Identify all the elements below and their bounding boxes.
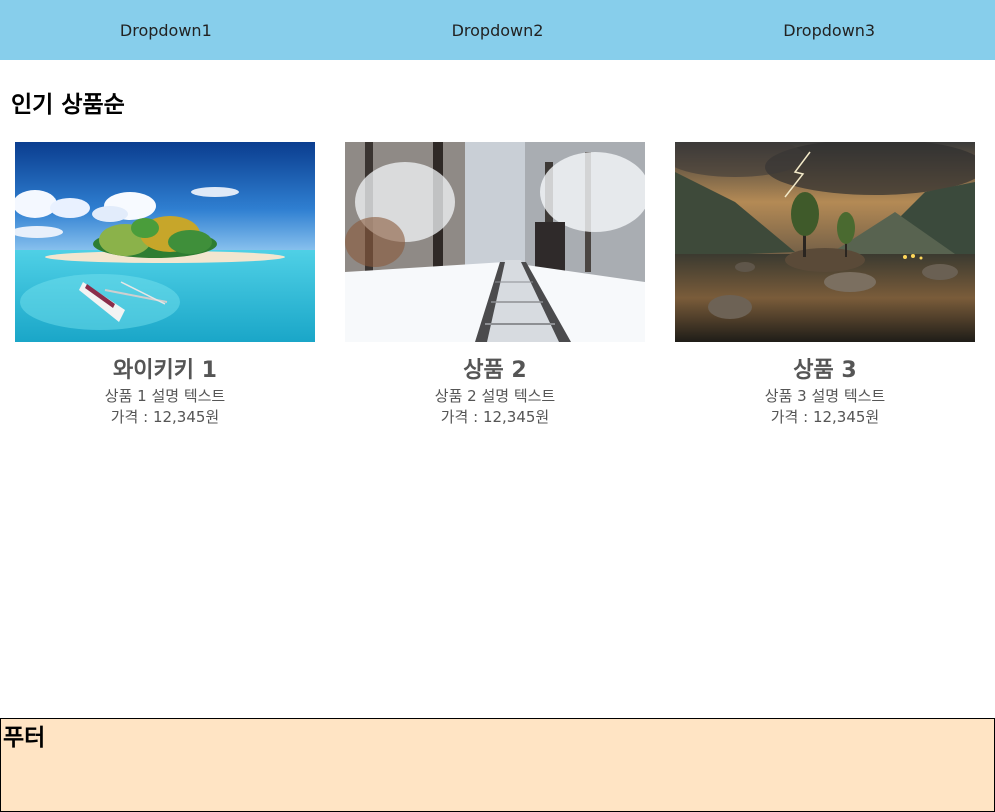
tropical-island-beach-image[interactable] [15,142,315,342]
product-card-2[interactable]: 상품 2 상품 2 설명 텍스트 가격 : 12,345원 [345,142,645,428]
product-card-3[interactable]: 상품 3 상품 3 설명 텍스트 가격 : 12,345원 [675,142,975,428]
product-list: 와이키키 1 상품 1 설명 텍스트 가격 : 12,345원 상품 2 상품 … [0,142,990,428]
nav-dropdown-3[interactable]: Dropdown3 [663,0,995,60]
page: Dropdown1 Dropdown2 Dropdown3 인기 상품순 와이키… [0,0,995,812]
product-title[interactable]: 와이키키 1 [15,356,315,386]
stormy-lake-mountain-image[interactable] [675,142,975,342]
product-title[interactable]: 상품 3 [675,356,975,386]
product-price: 가격 : 12,345원 [770,408,880,426]
top-navbar: Dropdown1 Dropdown2 Dropdown3 [0,0,995,60]
snowy-railway-forest-image[interactable] [345,142,645,342]
product-price: 가격 : 12,345원 [110,408,220,426]
product-description: 상품 1 설명 텍스트 [104,387,226,405]
product-title[interactable]: 상품 2 [345,356,645,386]
section-title: 인기 상품순 [11,92,125,118]
product-price: 가격 : 12,345원 [440,408,550,426]
nav-dropdown-2[interactable]: Dropdown2 [332,0,664,60]
nav-dropdown-1[interactable]: Dropdown1 [0,0,332,60]
product-card-1[interactable]: 와이키키 1 상품 1 설명 텍스트 가격 : 12,345원 [15,142,315,428]
footer-title: 푸터 [3,725,46,751]
product-description: 상품 2 설명 텍스트 [434,387,556,405]
page-footer: 푸터 [0,718,995,812]
product-description: 상품 3 설명 텍스트 [764,387,886,405]
